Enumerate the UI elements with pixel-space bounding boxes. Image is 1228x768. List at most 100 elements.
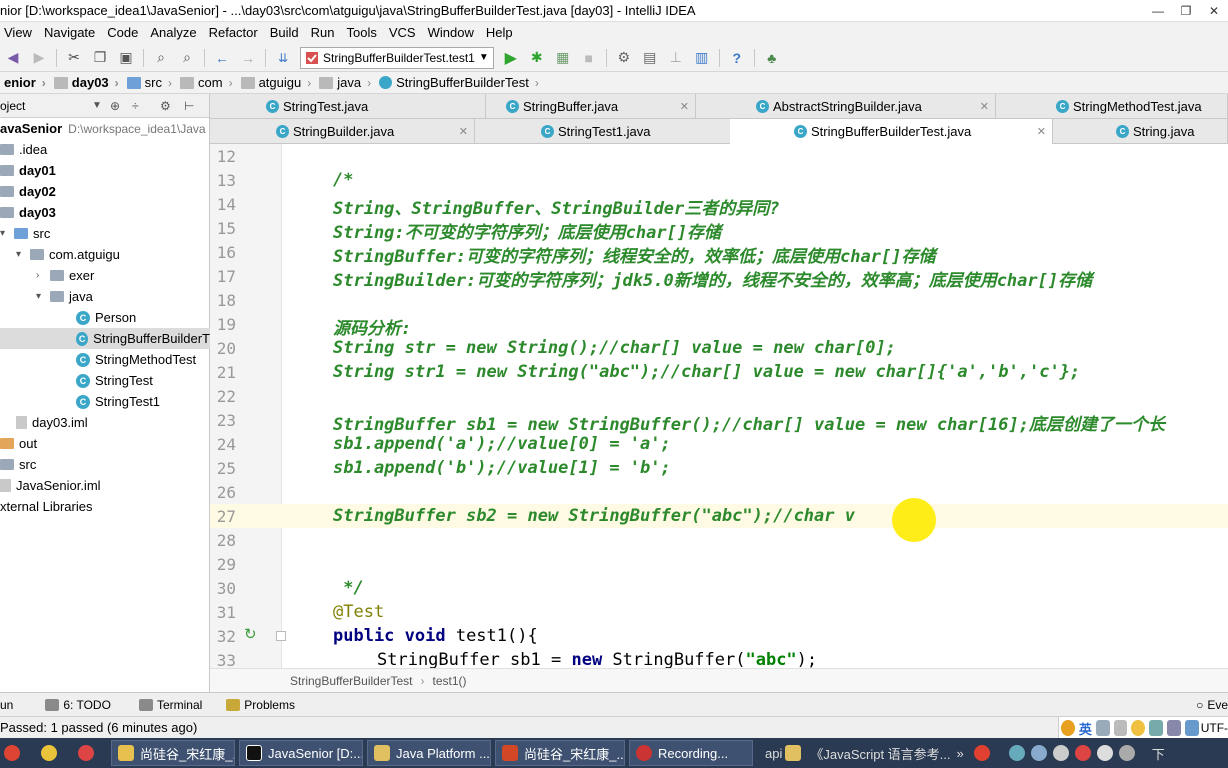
tool-problems[interactable]: Problems	[226, 698, 295, 712]
nav-back-icon[interactable]: ←	[211, 47, 233, 69]
chevron-down-icon[interactable]: ▾	[16, 249, 28, 260]
find-icon[interactable]: ⌕	[150, 47, 172, 69]
menu-navigate[interactable]: Navigate	[38, 22, 101, 44]
menu-code[interactable]: Code	[101, 22, 144, 44]
tree-item-com-atguigu[interactable]: ▾ com.atguigu	[16, 244, 120, 265]
gear-icon[interactable]: ⚙	[160, 99, 171, 113]
chrome-icon[interactable]	[78, 745, 94, 761]
tray-more[interactable]: »	[957, 746, 964, 761]
sogou-icon[interactable]	[973, 745, 990, 761]
menu-window[interactable]: Window	[422, 22, 480, 44]
tool-todo[interactable]: 6: TODO	[45, 698, 111, 712]
ime-toolbar[interactable]: 英 UTF-	[1058, 717, 1228, 739]
task-recording[interactable]: Recording...	[629, 740, 753, 766]
close-icon[interactable]: ✕	[459, 125, 468, 138]
tree-item-person[interactable]: C Person	[76, 307, 136, 328]
tree-item-src-root[interactable]: src	[0, 454, 36, 475]
coverage-icon[interactable]: ▦	[552, 47, 574, 69]
battery-icon[interactable]	[1118, 745, 1135, 761]
tree-item-stringmethodtest[interactable]: C StringMethodTest	[76, 349, 196, 370]
crumb-module[interactable]: day03 ›	[50, 72, 123, 94]
close-icon[interactable]: ✕	[980, 100, 989, 113]
crumb-project[interactable]: enior ›	[0, 72, 50, 94]
crumb-class[interactable]: StringBufferBuilderTest ›	[375, 72, 543, 94]
flag-icon[interactable]	[1052, 745, 1069, 761]
code-editor[interactable]: 12 13/* 14 String、StringBuffer、StringBuil…	[210, 144, 1228, 668]
forward-icon[interactable]: ▶	[28, 47, 50, 69]
stop-icon[interactable]: ■	[578, 47, 600, 69]
tree-item-day02[interactable]: day02	[0, 181, 56, 202]
run-icon[interactable]: ▶	[500, 47, 522, 69]
minimize-button[interactable]: —	[1144, 0, 1172, 22]
tray-api-label[interactable]: api	[765, 746, 782, 761]
debug-icon[interactable]: ✱	[526, 47, 548, 69]
copy-icon[interactable]: ❐	[89, 47, 111, 69]
punct-icon[interactable]	[1113, 720, 1128, 736]
chrome-colorful-icon[interactable]	[41, 745, 57, 761]
replace-icon[interactable]: ⌕	[176, 47, 198, 69]
tab-stringbufferbuildertest[interactable]: C StringBufferBuilderTest.java ✕	[730, 119, 1053, 144]
layout-icon[interactable]: ▥	[691, 47, 713, 69]
chevron-down-icon[interactable]: ▾	[0, 228, 12, 239]
help-icon[interactable]: ?	[726, 47, 748, 69]
task-intellij[interactable]: JavaSenior [D:...	[239, 740, 363, 766]
menu-view[interactable]: View	[0, 22, 38, 44]
nav-forward-icon[interactable]: →	[237, 47, 259, 69]
tree-item-day03-iml[interactable]: day03.iml	[16, 412, 88, 433]
tray-doc-icon[interactable]	[785, 745, 802, 761]
tree-item-src[interactable]: ▾ src	[0, 223, 50, 244]
close-icon[interactable]: ✕	[680, 100, 689, 113]
crumb-src[interactable]: src ›	[123, 72, 176, 94]
encoding-label[interactable]: UTF-	[1201, 721, 1228, 735]
tree-item-idea[interactable]: .idea	[0, 139, 47, 160]
tree-item-javasenior-iml[interactable]: JavaSenior.iml	[0, 475, 101, 496]
tray-doc-label[interactable]: 《JavaScript 语言参考...	[810, 744, 950, 763]
locate-icon[interactable]: ⊕	[110, 99, 120, 113]
task-ppt-2[interactable]: 尚硅谷_宋红康_...	[495, 740, 625, 766]
close-icon[interactable]: ✕	[1037, 125, 1046, 138]
task-ppt-1[interactable]: 尚硅谷_宋红康_...	[111, 740, 235, 766]
plugin-icon[interactable]: ♣	[761, 47, 783, 69]
collapse-icon[interactable]: ÷	[132, 99, 139, 113]
keyboard-icon[interactable]	[1149, 720, 1164, 736]
smile-icon[interactable]	[1131, 720, 1146, 736]
tab-abstractstringbuilder[interactable]: C AbstractStringBuilder.java ✕	[750, 94, 996, 119]
tree-item-day01[interactable]: day01	[0, 160, 56, 181]
tab-stringtest1[interactable]: C StringTest1.java	[535, 119, 731, 144]
tool-run[interactable]: un	[0, 698, 13, 712]
task-java-platform[interactable]: Java Platform ...	[367, 740, 491, 766]
paste-icon[interactable]: ▣	[115, 47, 137, 69]
ime-mode-label[interactable]: 英	[1079, 719, 1092, 738]
crumb-java[interactable]: java ›	[315, 72, 375, 94]
tree-item-day03[interactable]: day03	[0, 202, 56, 223]
maximize-button[interactable]: ❐	[1172, 0, 1200, 22]
tree-item-stringtest1[interactable]: C StringTest1	[76, 391, 160, 412]
lock-icon[interactable]	[1074, 745, 1091, 761]
wrench-icon[interactable]	[1184, 720, 1199, 736]
tab-stringbuffer[interactable]: C StringBuffer.java ✕	[500, 94, 696, 119]
tab-stringmethodtest[interactable]: C StringMethodTest.java	[1050, 94, 1228, 119]
run-configuration-select[interactable]: StringBufferBuilderTest.test1 ▼	[300, 46, 494, 69]
fold-marker[interactable]	[276, 631, 286, 641]
crumb-class-name[interactable]: StringBufferBuilderTest	[290, 674, 413, 688]
menu-build[interactable]: Build	[264, 22, 305, 44]
build-icon[interactable]: ⇊	[272, 47, 294, 69]
tool-event-log[interactable]: ○ Eve	[1196, 698, 1228, 712]
crumb-atguigu[interactable]: atguigu ›	[237, 72, 316, 94]
chevron-down-icon[interactable]: ▾	[36, 291, 48, 302]
project-structure-icon[interactable]: ▤	[639, 47, 661, 69]
moon-icon[interactable]	[1095, 720, 1110, 736]
tree-item-stringbufferbuildertest[interactable]: C StringBufferBuilderT	[0, 328, 210, 349]
settings-icon[interactable]: ⚙	[613, 47, 635, 69]
tree-item-project[interactable]: avaSenior D:\workspace_idea1\Java	[0, 118, 210, 139]
back-icon[interactable]: ◀	[2, 47, 24, 69]
menu-vcs[interactable]: VCS	[383, 22, 422, 44]
chevron-right-icon[interactable]: ›	[36, 270, 48, 281]
headset-icon[interactable]	[1030, 745, 1047, 761]
network-icon[interactable]	[1008, 745, 1025, 761]
chevron-down-icon[interactable]: ▼	[92, 100, 102, 111]
menu-analyze[interactable]: Analyze	[144, 22, 202, 44]
tree-item-out[interactable]: out	[0, 433, 37, 454]
crumb-com[interactable]: com ›	[176, 72, 237, 94]
close-window-button[interactable]: ✕	[1200, 0, 1228, 22]
